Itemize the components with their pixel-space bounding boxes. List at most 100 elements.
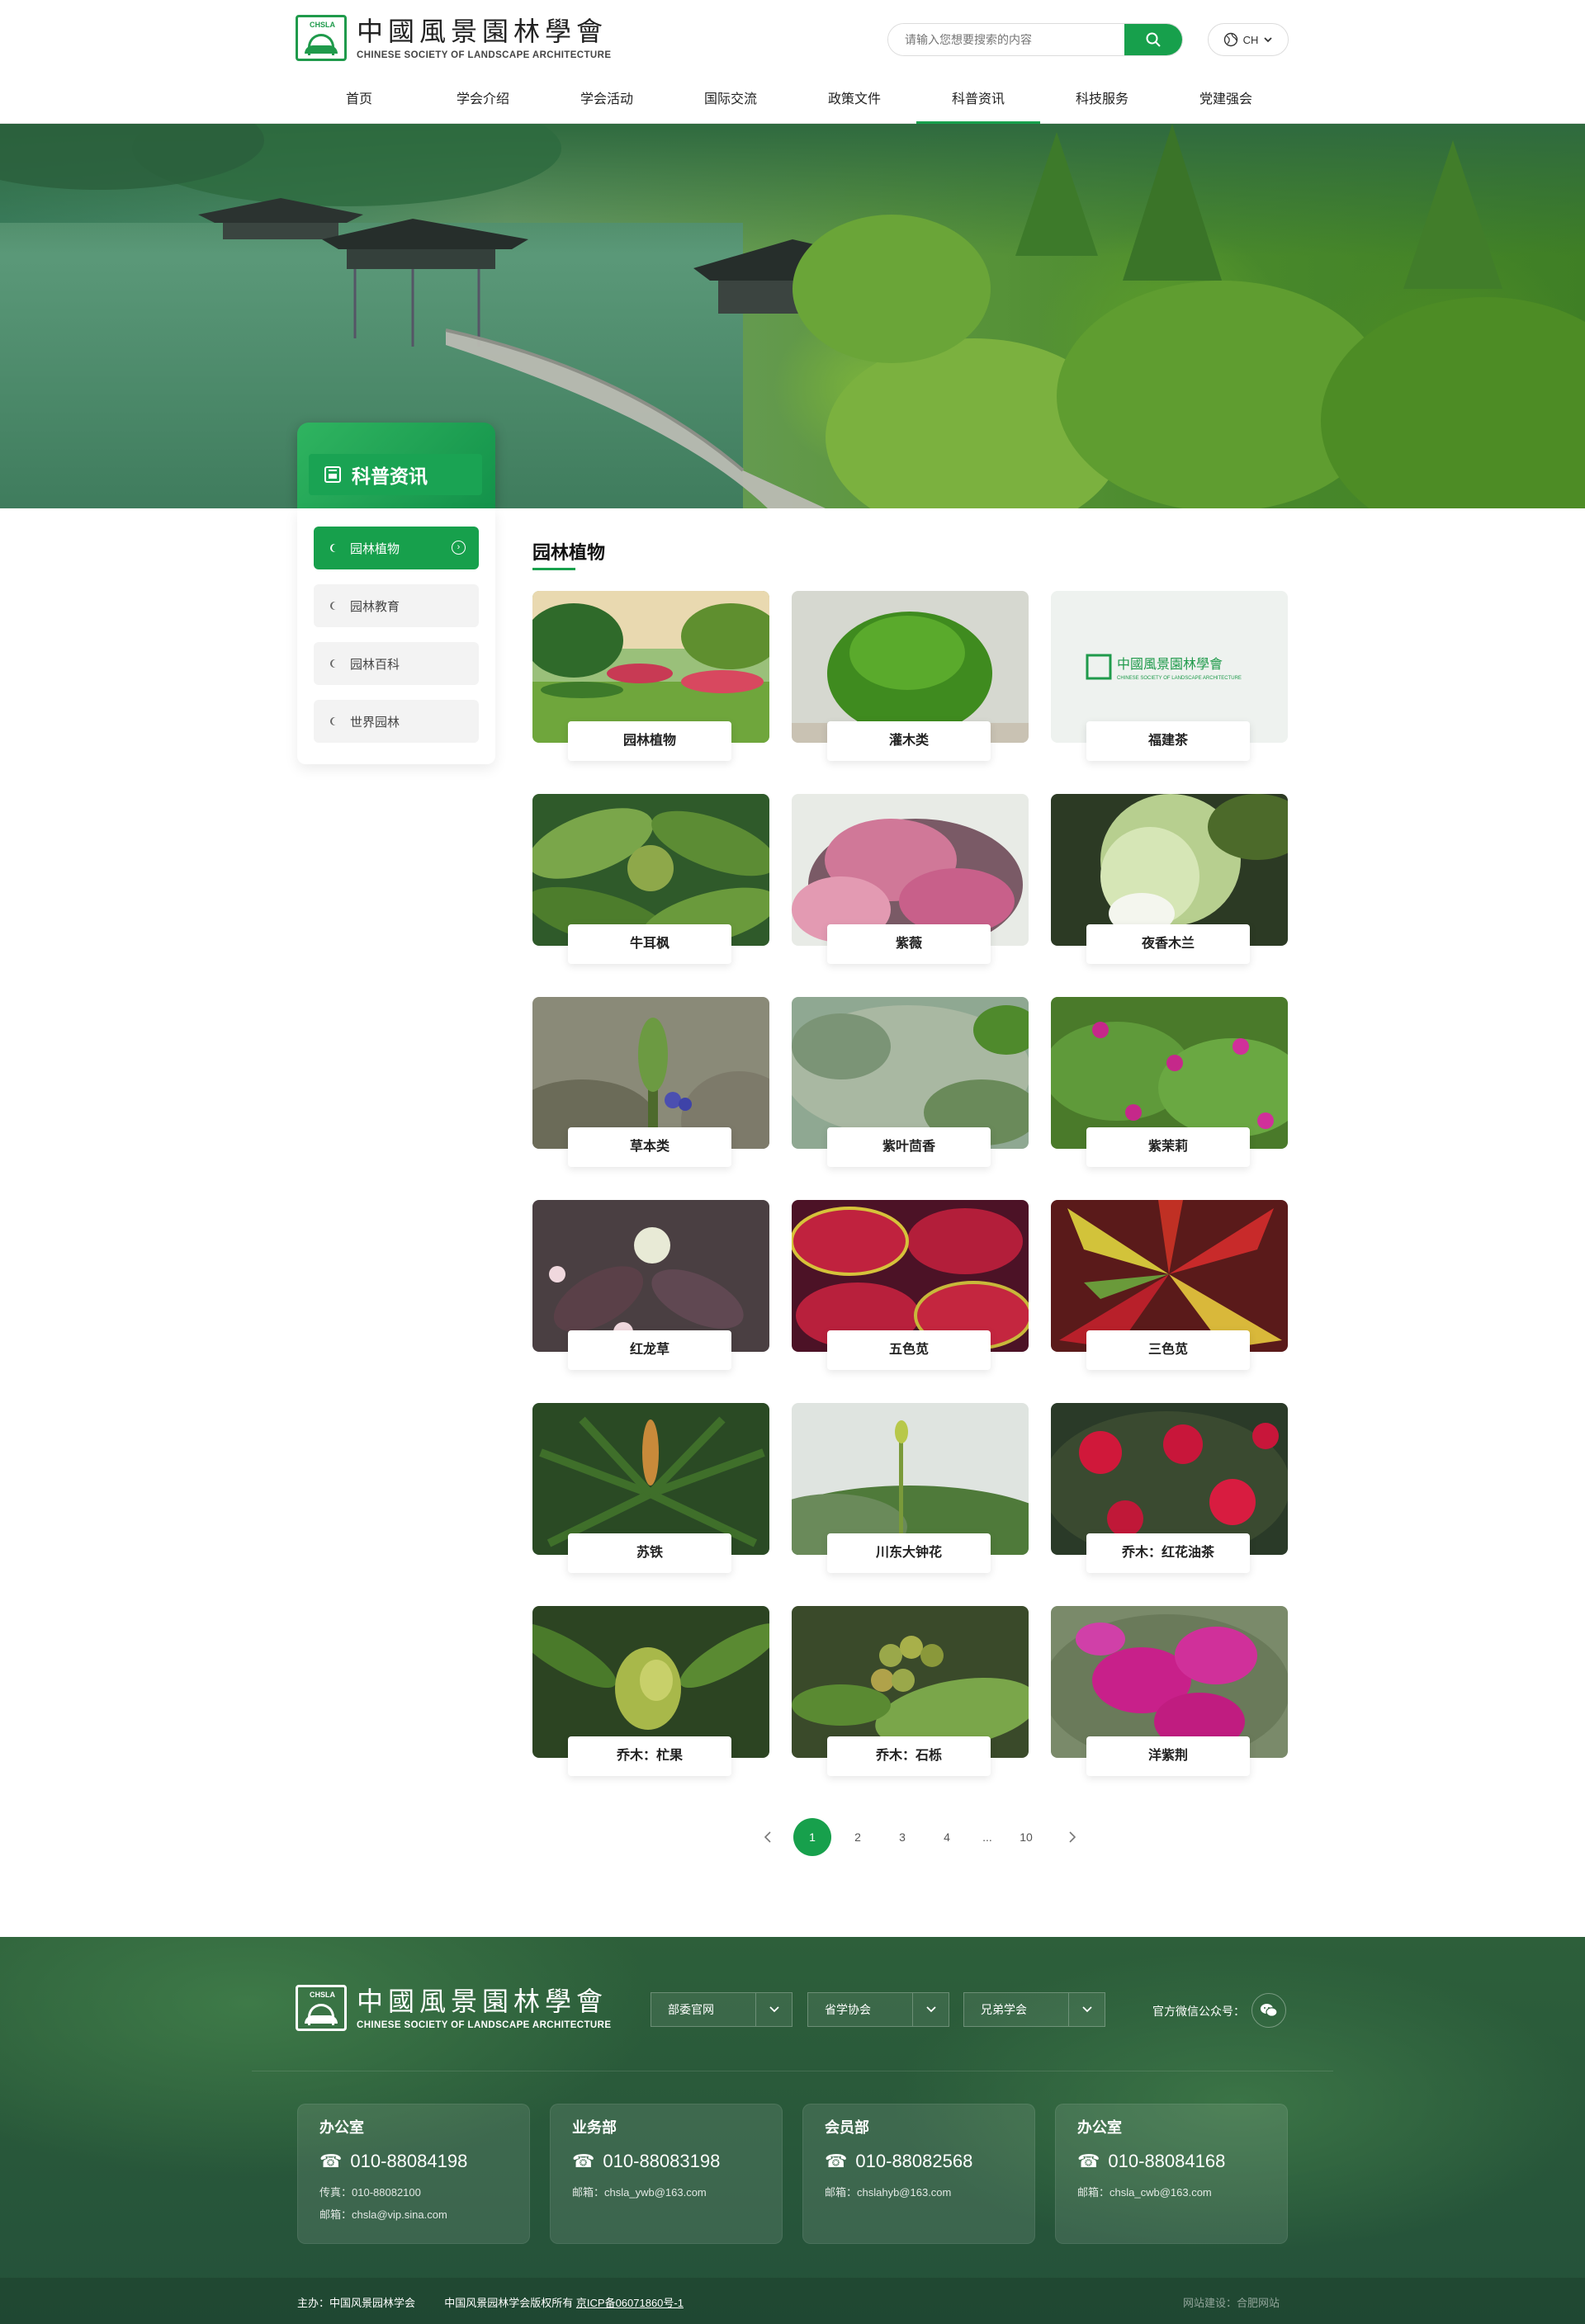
- plant-card-label[interactable]: 乔木：杧果: [568, 1736, 731, 1776]
- plant-card-label[interactable]: 川东大钟花: [827, 1533, 991, 1573]
- nav-item-policies[interactable]: 政策文件: [792, 85, 916, 124]
- plant-card[interactable]: 乔木：杧果: [532, 1606, 769, 1776]
- plant-card-label[interactable]: 三色苋: [1086, 1330, 1250, 1370]
- nav-item-party-building[interactable]: 党建强会: [1164, 85, 1288, 124]
- plant-card-label[interactable]: 紫茉莉: [1086, 1127, 1250, 1167]
- sidebar-item-garden-encyclopedia[interactable]: 园林百科: [314, 642, 479, 685]
- page-button[interactable]: 1: [793, 1818, 831, 1856]
- ministry-links-select[interactable]: 部委官网: [651, 1992, 792, 2027]
- plant-card-image[interactable]: [792, 794, 1029, 946]
- plant-card-image[interactable]: [532, 997, 769, 1149]
- contact-email: 邮箱：chsla@vip.sina.com: [319, 2208, 447, 2221]
- icp-link[interactable]: 京ICP备06071860号-1: [576, 2297, 684, 2309]
- plant-card-label[interactable]: 福建茶: [1086, 721, 1250, 761]
- plant-card-label[interactable]: 灌木类: [827, 721, 991, 761]
- plant-card[interactable]: 园林植物: [532, 591, 769, 761]
- plant-card-image[interactable]: [532, 1403, 769, 1555]
- contact-email: 邮箱：chsla_ywb@163.com: [572, 2186, 707, 2199]
- plant-card[interactable]: 川东大钟花: [792, 1403, 1029, 1573]
- plant-card-label[interactable]: 紫薇: [827, 924, 991, 964]
- sidebar-item-world-gardens[interactable]: 世界园林: [314, 700, 479, 743]
- plant-card-image[interactable]: 中國風景園林學會 CHINESE SOCIETY OF LANDSCAPE ARC…: [1051, 591, 1288, 743]
- plant-card-image[interactable]: [1051, 1200, 1288, 1352]
- plant-card[interactable]: 乔木：红花油茶: [1051, 1403, 1288, 1573]
- plant-card-image[interactable]: [792, 1200, 1029, 1352]
- plant-card[interactable]: 紫叶茴香: [792, 997, 1029, 1167]
- sidebar-item-label: 世界园林: [350, 715, 400, 730]
- plant-card-image[interactable]: [792, 1403, 1029, 1555]
- plant-card[interactable]: 乔木：石栎: [792, 1606, 1029, 1776]
- svg-text:中國風景園林學會: 中國風景園林學會: [1117, 656, 1223, 672]
- sidebar-item-garden-plants[interactable]: 园林植物 ›: [314, 527, 479, 569]
- bullet-icon: [332, 659, 340, 668]
- contact-card-business: 业务部 ☎ 010-88083198 邮箱：chsla_ywb@163.com: [550, 2104, 783, 2244]
- plant-card-label[interactable]: 五色苋: [827, 1330, 991, 1370]
- sidebar-item-label: 园林百科: [350, 657, 400, 672]
- plant-card-image[interactable]: [1051, 997, 1288, 1149]
- sidebar-item-garden-education[interactable]: 园林教育: [314, 584, 479, 627]
- site-logo[interactable]: CHSLA 中國風景園林學會 CHINESE SOCIETY OF LANDSC…: [296, 15, 611, 61]
- plant-card[interactable]: 三色苋: [1051, 1200, 1288, 1370]
- section-title: 科普资讯: [352, 465, 428, 487]
- plant-card[interactable]: 洋紫荆: [1051, 1606, 1288, 1776]
- plant-card[interactable]: 红龙草: [532, 1200, 769, 1370]
- plant-card-image[interactable]: [532, 1200, 769, 1352]
- search-input[interactable]: [888, 24, 1124, 55]
- prev-page-button[interactable]: [749, 1818, 787, 1856]
- plant-card-label[interactable]: 苏铁: [568, 1533, 731, 1573]
- plant-card-label[interactable]: 红龙草: [568, 1330, 731, 1370]
- plant-card-image[interactable]: [1051, 1403, 1288, 1555]
- plant-card-image[interactable]: [792, 1606, 1029, 1758]
- plant-card-label[interactable]: 牛耳枫: [568, 924, 731, 964]
- plant-card-label[interactable]: 草本类: [568, 1127, 731, 1167]
- page-button[interactable]: 4: [928, 1818, 966, 1856]
- plant-card[interactable]: 紫茉莉: [1051, 997, 1288, 1167]
- language-label: CH: [1242, 33, 1259, 46]
- plant-card[interactable]: 紫薇: [792, 794, 1029, 964]
- search-box: [887, 23, 1183, 56]
- plant-card-label[interactable]: 夜香木兰: [1086, 924, 1250, 964]
- nav-item-about[interactable]: 学会介绍: [421, 85, 545, 124]
- contact-email: 邮箱：chsla_cwb@163.com: [1077, 2186, 1212, 2199]
- page-button[interactable]: 2: [839, 1818, 877, 1856]
- wechat-icon[interactable]: [1251, 1993, 1286, 2028]
- plant-card[interactable]: 中國風景園林學會 CHINESE SOCIETY OF LANDSCAPE ARC…: [1051, 591, 1288, 761]
- nav-item-science-news[interactable]: 科普资讯: [916, 85, 1040, 124]
- plant-card[interactable]: 夜香木兰: [1051, 794, 1288, 964]
- nav-item-home[interactable]: 首页: [297, 85, 421, 124]
- plant-card-image[interactable]: [532, 794, 769, 946]
- plant-card-image[interactable]: [792, 997, 1029, 1149]
- plant-card-label[interactable]: 园林植物: [568, 721, 731, 761]
- site-credit[interactable]: 网站建设：合肥网站: [1183, 2294, 1280, 2310]
- page-button[interactable]: 3: [883, 1818, 921, 1856]
- plant-card[interactable]: 灌木类: [792, 591, 1029, 761]
- plant-card-image[interactable]: [1051, 794, 1288, 946]
- plant-card-label[interactable]: 乔木：石栎: [827, 1736, 991, 1776]
- contact-title: 会员部: [825, 2119, 869, 2136]
- plant-card[interactable]: 苏铁: [532, 1403, 769, 1573]
- plant-card-label[interactable]: 乔木：红花油茶: [1086, 1533, 1250, 1573]
- plant-card-label[interactable]: 洋紫荆: [1086, 1736, 1250, 1776]
- plant-card-image[interactable]: [532, 1606, 769, 1758]
- search-button[interactable]: [1124, 24, 1182, 55]
- nav-item-activities[interactable]: 学会活动: [545, 85, 669, 124]
- wechat-label: 官方微信公众号：: [1152, 2005, 1245, 2018]
- phone-icon: ☎: [825, 2151, 848, 2171]
- plant-card-image[interactable]: [1051, 1606, 1288, 1758]
- language-switcher[interactable]: CH: [1208, 23, 1289, 56]
- provincial-links-select[interactable]: 省学协会: [807, 1992, 949, 2027]
- plant-card[interactable]: 草本类: [532, 997, 769, 1167]
- footer-logo[interactable]: CHSLA 中國風景園林學會 CHINESE SOCIETY OF LANDSC…: [296, 1985, 611, 2031]
- sister-society-links-select[interactable]: 兄弟学会: [963, 1992, 1105, 2027]
- contact-title: 办公室: [319, 2119, 364, 2136]
- nav-item-international[interactable]: 国际交流: [669, 85, 792, 124]
- page-button[interactable]: 10: [1007, 1818, 1045, 1856]
- nav-item-tech-services[interactable]: 科技服务: [1040, 85, 1164, 124]
- svg-text:CHINESE SOCIETY OF LANDSCAPE A: CHINESE SOCIETY OF LANDSCAPE ARCHITECTUR…: [1117, 676, 1242, 681]
- plant-card[interactable]: 五色苋: [792, 1200, 1029, 1370]
- next-page-button[interactable]: [1053, 1818, 1091, 1856]
- plant-card-image[interactable]: [792, 591, 1029, 743]
- plant-card[interactable]: 牛耳枫: [532, 794, 769, 964]
- plant-card-image[interactable]: [532, 591, 769, 743]
- plant-card-label[interactable]: 紫叶茴香: [827, 1127, 991, 1167]
